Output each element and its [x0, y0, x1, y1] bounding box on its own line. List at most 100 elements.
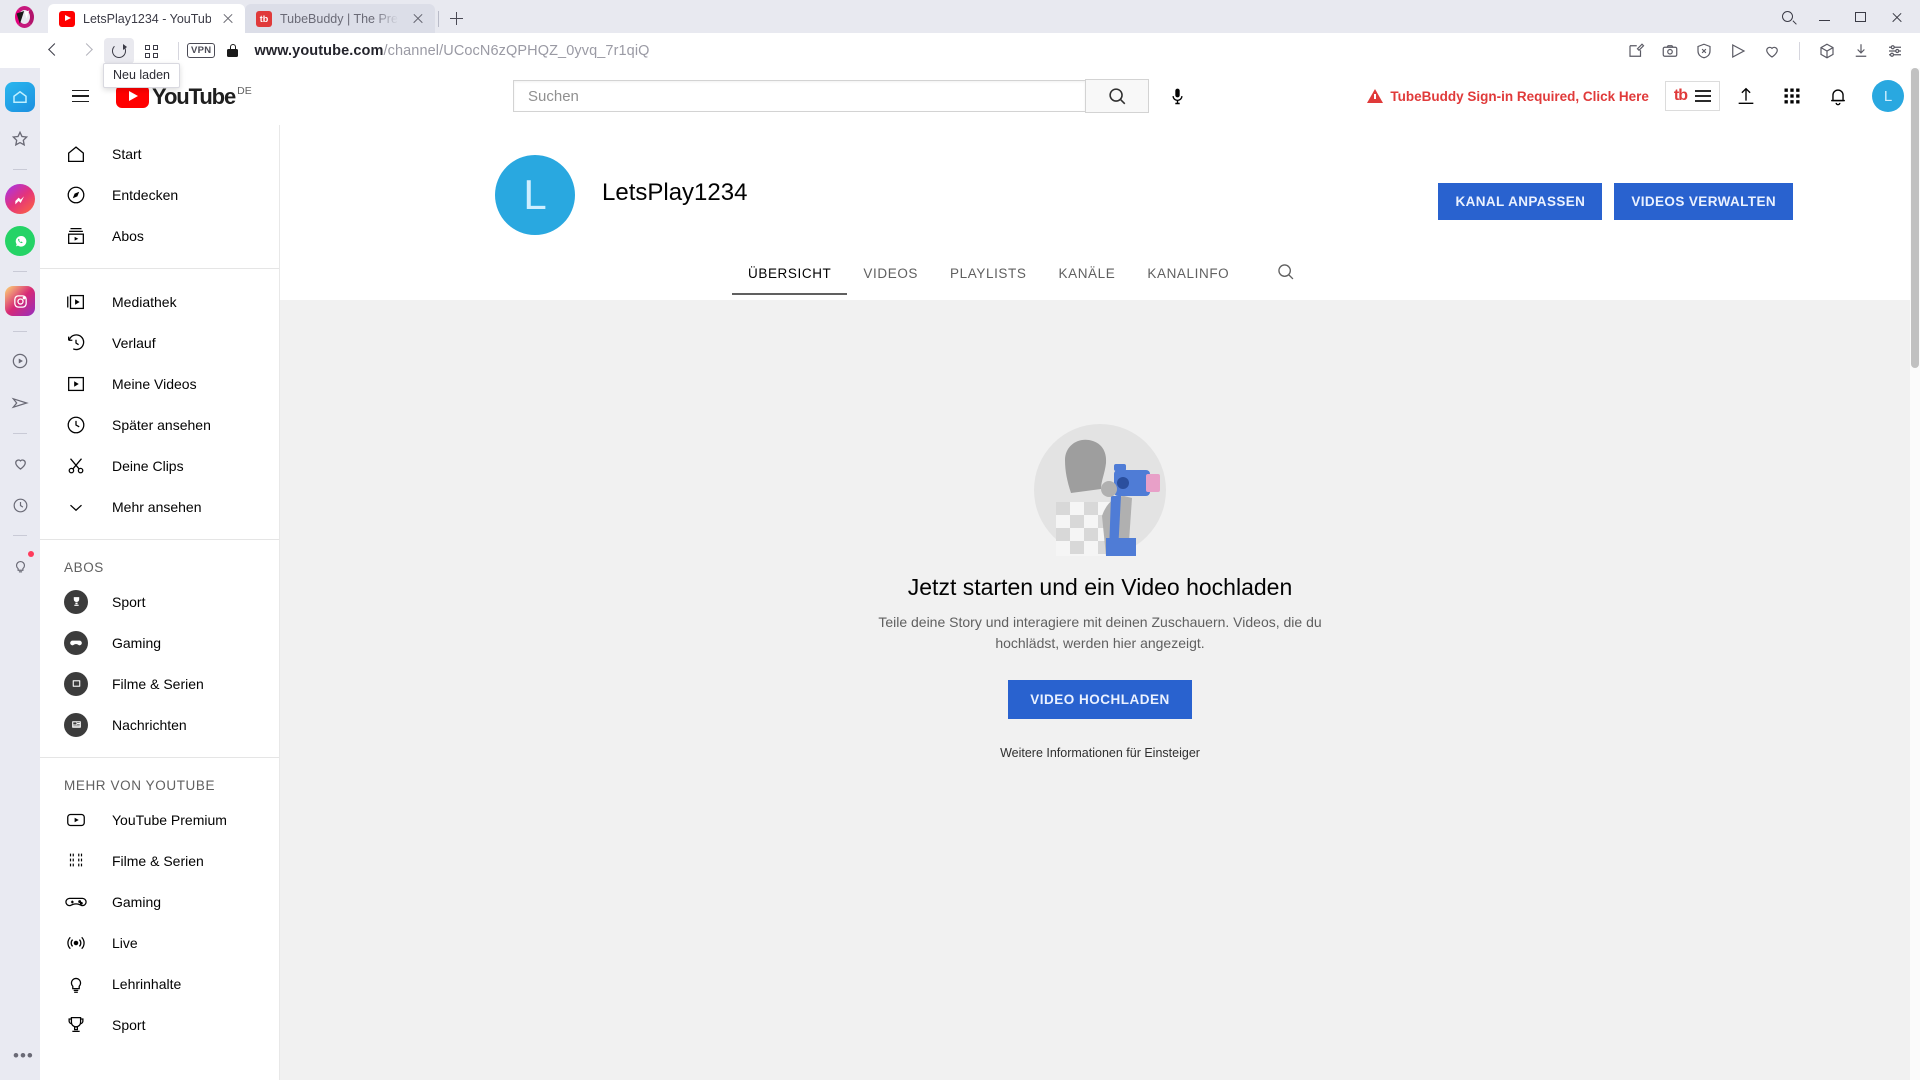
whatsapp-icon[interactable]	[5, 226, 35, 256]
sidebar-item-start[interactable]: Start	[40, 133, 279, 174]
watch-later-icon	[64, 413, 88, 437]
divider	[40, 539, 279, 540]
tab-playlists[interactable]: PLAYLISTS	[934, 266, 1042, 295]
page-scrollbar[interactable]	[1910, 68, 1920, 1080]
sidebar-item-gaming[interactable]: Gaming	[40, 881, 279, 922]
new-tab-button[interactable]	[442, 4, 470, 33]
more-dots-icon[interactable]: •••	[13, 1046, 34, 1066]
account-avatar[interactable]: L	[1872, 80, 1904, 112]
search-icon[interactable]	[1772, 3, 1806, 31]
tubebuddy-signin-warning[interactable]: TubeBuddy Sign-in Required, Click Here	[1367, 89, 1649, 104]
sidebar-item-spaeter-ansehen[interactable]: Später ansehen	[40, 404, 279, 445]
sidebar-item-filme-serien-abo[interactable]: Filme & Serien	[40, 663, 279, 704]
home-icon[interactable]	[5, 82, 35, 112]
channel-avatar[interactable]: L	[495, 155, 575, 235]
sidebar-item-meine-videos[interactable]: Meine Videos	[40, 363, 279, 404]
favorites-star-icon[interactable]	[5, 124, 35, 154]
sidebar-item-gaming-abo[interactable]: Gaming	[40, 622, 279, 663]
telegram-icon[interactable]	[5, 388, 35, 418]
history-icon	[64, 331, 88, 355]
tubebuddy-favicon-icon: tb	[256, 10, 272, 27]
sidebar-item-filme-serien[interactable]: Filme & Serien	[40, 840, 279, 881]
sidebar-item-label: Sport	[112, 593, 146, 610]
scrollbar-thumb[interactable]	[1911, 68, 1919, 368]
tab-uebersicht[interactable]: ÜBERSICHT	[732, 266, 848, 295]
sidebar-item-entdecken[interactable]: Entdecken	[40, 174, 279, 215]
pinboard-heart-icon[interactable]	[5, 448, 35, 478]
beginner-info-link[interactable]: Weitere Informationen für Einsteiger	[280, 746, 1920, 760]
manage-videos-button[interactable]: VIDEOS VERWALTEN	[1614, 183, 1793, 220]
channel-header: L LetsPlay1234 KANAL ANPASSEN VIDEOS VER…	[280, 125, 1920, 235]
back-icon[interactable]	[40, 38, 70, 64]
search-button[interactable]	[1085, 79, 1149, 113]
cube-icon[interactable]	[1812, 38, 1842, 64]
heart-icon[interactable]	[1757, 38, 1787, 64]
sidebar-item-live[interactable]: Live	[40, 922, 279, 963]
voice-search-button[interactable]	[1157, 76, 1197, 116]
guide-menu-icon[interactable]	[60, 76, 100, 116]
maximize-icon[interactable]	[1844, 3, 1878, 31]
tips-bulb-icon[interactable]	[5, 550, 35, 580]
upload-video-button[interactable]: VIDEO HOCHLADEN	[1008, 680, 1192, 719]
clips-scissors-icon	[64, 454, 88, 478]
lock-icon[interactable]	[227, 44, 239, 57]
channel-actions: KANAL ANPASSEN VIDEOS VERWALTEN	[1438, 183, 1793, 220]
vpn-badge[interactable]: VPN	[187, 43, 216, 58]
instagram-icon[interactable]	[5, 286, 35, 316]
youtube-masthead: YouTube DE Suchen TubeBuddy Sign-in Requ…	[40, 68, 1920, 125]
tab-videos[interactable]: VIDEOS	[847, 266, 934, 295]
minimize-icon[interactable]	[1808, 3, 1842, 31]
send-icon[interactable]	[1723, 38, 1753, 64]
sidebar-item-label: Verlauf	[112, 334, 156, 351]
snapshot-icon[interactable]	[1655, 38, 1685, 64]
search-input[interactable]: Suchen	[513, 80, 1085, 112]
close-window-icon[interactable]	[1880, 3, 1914, 31]
reload-icon[interactable]	[104, 37, 134, 64]
sidebar-item-sport-abo[interactable]: Sport	[40, 581, 279, 622]
tab-label: TubeBuddy | The Premier Y	[280, 11, 401, 26]
url-text[interactable]: www.youtube.com/channel/UCocN6zQPHQZ_0yv…	[254, 43, 649, 59]
tubebuddy-toolbar-button[interactable]: tb	[1664, 81, 1720, 111]
sidebar-item-abos[interactable]: Abos	[40, 215, 279, 256]
tab-kanaele[interactable]: KANÄLE	[1042, 266, 1131, 295]
sidebar-item-verlauf[interactable]: Verlauf	[40, 322, 279, 363]
youtube-body: Start Entdecken Abos Mediathek Verlauf M…	[40, 125, 1920, 1080]
close-icon[interactable]	[219, 10, 237, 28]
sidebar-item-mehr-ansehen[interactable]: Mehr ansehen	[40, 486, 279, 527]
history-clock-icon[interactable]	[5, 490, 35, 520]
library-icon	[64, 290, 88, 314]
easy-setup-icon[interactable]	[1880, 38, 1910, 64]
sidebar-item-lehrinhalte[interactable]: Lehrinhalte	[40, 963, 279, 1004]
tab-tubebuddy[interactable]: tb TubeBuddy | The Premier Y	[245, 4, 435, 33]
adblock-icon[interactable]	[1689, 38, 1719, 64]
channel-main: L LetsPlay1234 KANAL ANPASSEN VIDEOS VER…	[280, 125, 1920, 1080]
close-icon[interactable]	[409, 10, 427, 28]
sidebar-item-deine-clips[interactable]: Deine Clips	[40, 445, 279, 486]
tubebuddy-logo-icon: tb	[1673, 87, 1688, 104]
camera-person-illustration	[1010, 420, 1190, 560]
tab-youtube[interactable]: LetsPlay1234 - YouTube	[48, 4, 245, 33]
bell-icon[interactable]	[1818, 76, 1858, 116]
youtube-premium-icon	[64, 808, 88, 832]
sidebar-item-sport[interactable]: Sport	[40, 1004, 279, 1045]
tab-label: LetsPlay1234 - YouTube	[83, 11, 211, 26]
sidebar-item-nachrichten-abo[interactable]: Nachrichten	[40, 704, 279, 745]
opera-sidebar: •••	[0, 68, 40, 1080]
sidebar-item-mediathek[interactable]: Mediathek	[40, 281, 279, 322]
sidebar-item-youtube-premium[interactable]: YouTube Premium	[40, 799, 279, 840]
sidebar-item-label: Entdecken	[112, 186, 179, 203]
channel-search-icon[interactable]	[1275, 261, 1296, 287]
sidebar-item-label: Gaming	[112, 893, 162, 910]
messenger-icon[interactable]	[5, 184, 35, 214]
upload-icon[interactable]	[1726, 76, 1766, 116]
live-broadcast-icon	[64, 931, 88, 955]
edit-page-icon[interactable]	[1621, 38, 1651, 64]
forward-icon[interactable]	[72, 38, 102, 64]
sidebar-item-label: Filme & Serien	[112, 675, 204, 692]
workspaces-icon[interactable]	[136, 38, 166, 64]
tab-kanalinfo[interactable]: KANALINFO	[1131, 266, 1245, 295]
apps-grid-icon[interactable]	[1772, 76, 1812, 116]
customize-channel-button[interactable]: KANAL ANPASSEN	[1438, 183, 1603, 220]
player-icon[interactable]	[5, 346, 35, 376]
download-icon[interactable]	[1846, 38, 1876, 64]
